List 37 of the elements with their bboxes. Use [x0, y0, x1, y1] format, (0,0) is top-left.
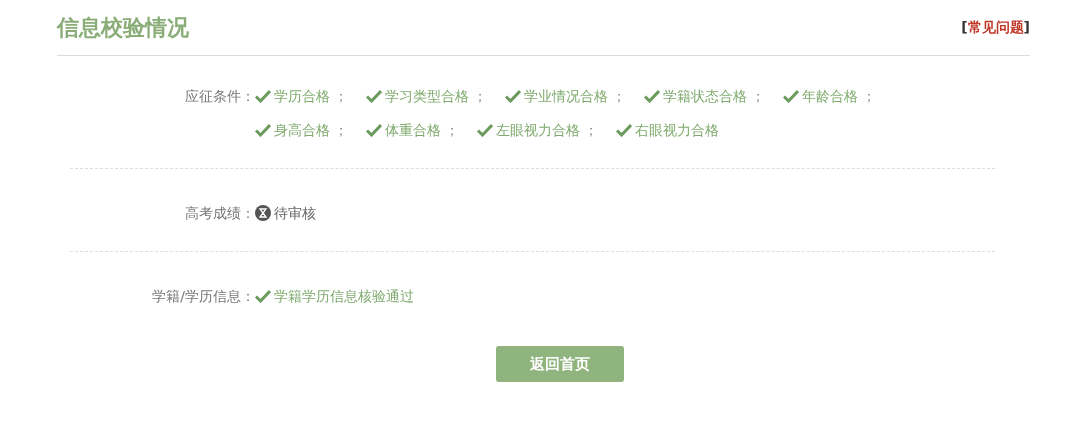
status-text: 学籍学历信息核验通过	[274, 287, 414, 306]
status-text: 左眼视力合格	[496, 121, 580, 140]
check-icon	[783, 89, 799, 103]
separator: ；	[612, 87, 626, 106]
check-icon	[644, 89, 660, 103]
check-icon	[366, 123, 382, 137]
status-text: 学业情况合格	[524, 87, 608, 106]
field-label: 学籍/学历信息：	[151, 287, 255, 306]
faq-link[interactable]: 常见问题	[967, 18, 1024, 35]
check-icon	[505, 89, 521, 103]
check-icon	[255, 289, 271, 303]
separator: ；	[445, 121, 459, 140]
field-label: 高考成绩：	[184, 204, 255, 223]
separator: ；	[334, 121, 348, 140]
check-icon	[255, 89, 271, 103]
status-text: 年龄合格	[802, 87, 858, 106]
status-text: 右眼视力合格	[635, 121, 719, 140]
check-icon	[477, 123, 493, 137]
separator: ；	[862, 87, 876, 106]
field-label: 应征条件：	[184, 87, 255, 106]
status-text: 学籍状态合格	[663, 87, 747, 106]
bracket: ]	[1023, 18, 1030, 35]
status-text: 待审核	[274, 204, 316, 223]
check-icon	[255, 123, 271, 137]
check-icon	[616, 123, 632, 137]
status-text: 学习类型合格	[385, 87, 469, 106]
hourglass-icon	[255, 205, 271, 221]
status-text: 体重合格	[385, 121, 441, 140]
separator: ；	[334, 87, 348, 106]
section-title: 信息校验情况	[57, 13, 189, 42]
separator: ；	[584, 121, 598, 140]
check-icon	[366, 89, 382, 103]
status-text: 身高合格	[274, 121, 330, 140]
separator: ；	[473, 87, 487, 106]
separator: ；	[751, 87, 765, 106]
status-text: 学历合格	[274, 87, 330, 106]
bracket: [	[961, 18, 968, 35]
